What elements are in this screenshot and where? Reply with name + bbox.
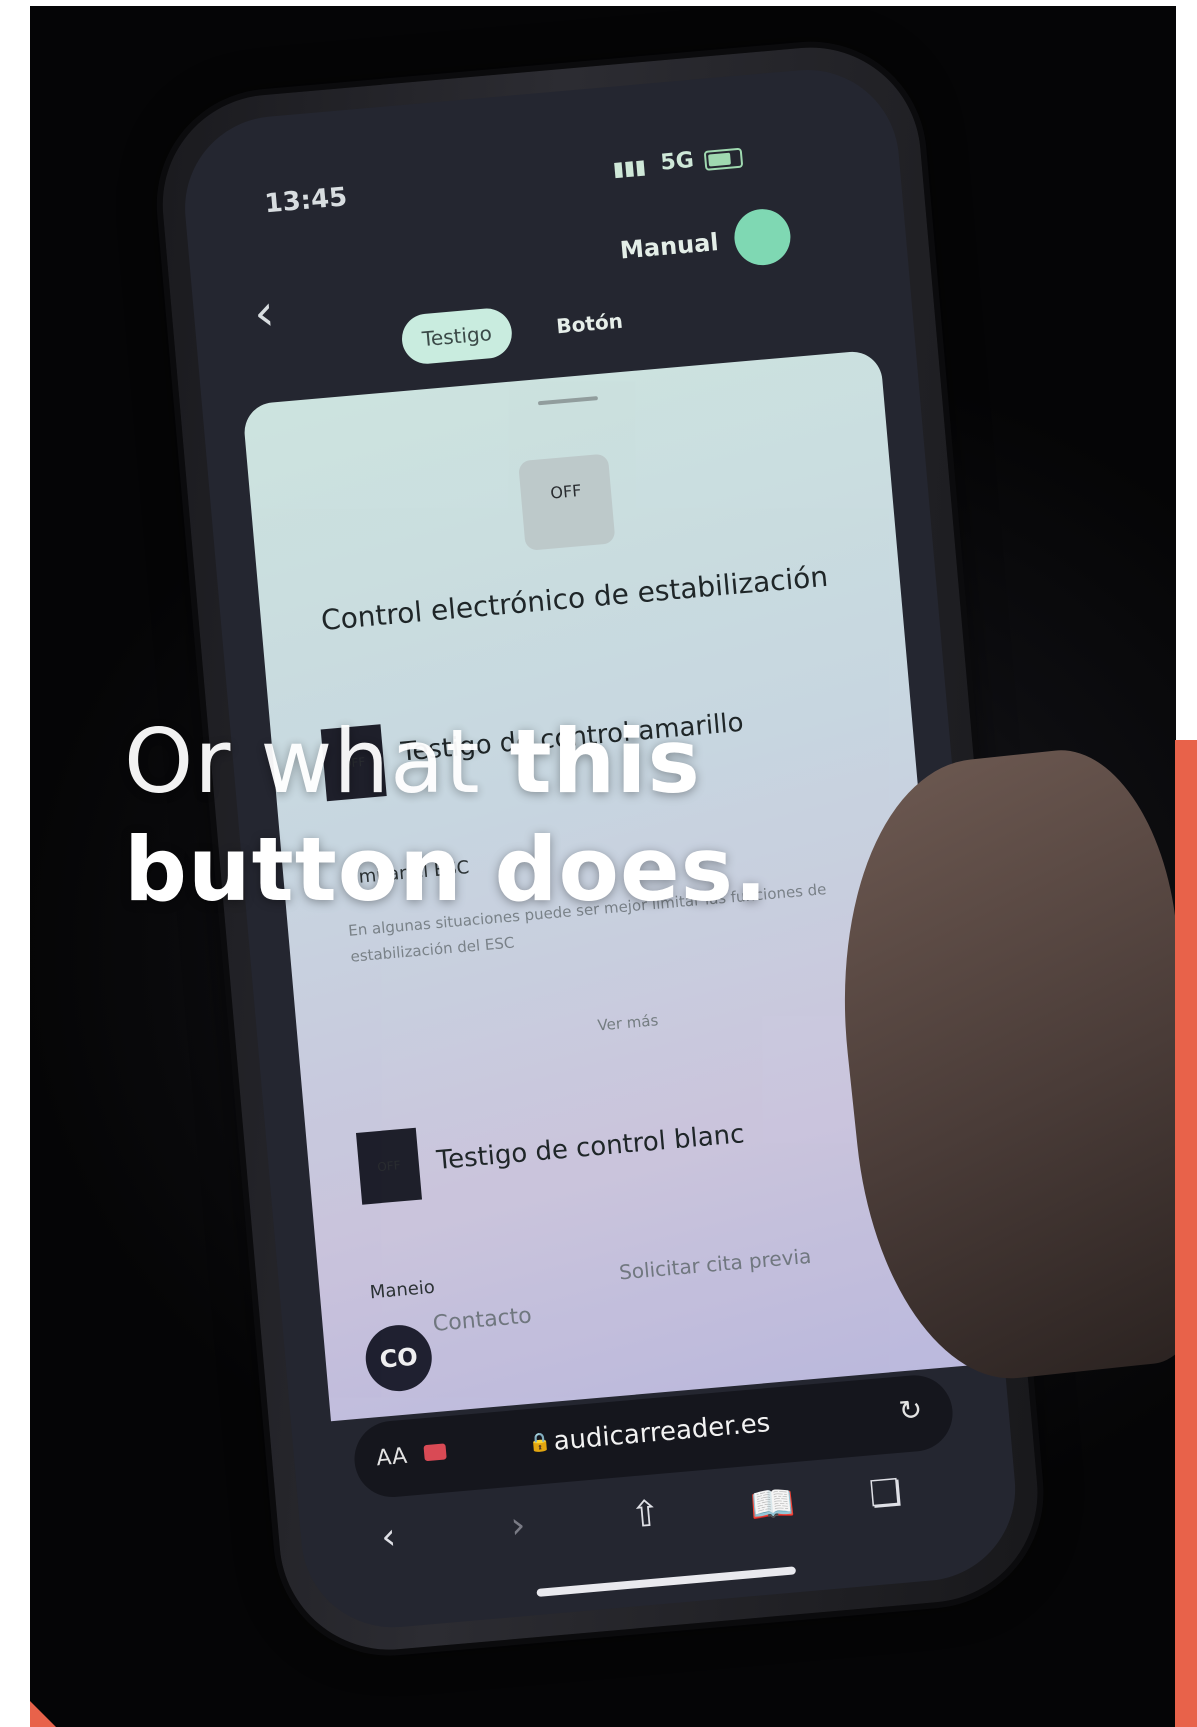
- tabs-icon[interactable]: ❏: [868, 1472, 904, 1516]
- url-text[interactable]: audicarreader.es: [552, 1408, 771, 1457]
- sheet-title: Control electrónico de estabilización: [319, 559, 830, 637]
- more-link[interactable]: Ver más: [597, 1011, 659, 1034]
- appointment-link[interactable]: Solicitar cita previa: [618, 1244, 812, 1285]
- headline-bold-2: button does.: [124, 818, 769, 921]
- headline-light: Or what: [124, 710, 510, 813]
- network-label: 5G: [659, 147, 695, 176]
- signal-bars-icon: ▮▮▮: [611, 154, 647, 181]
- battery-icon: [703, 147, 744, 171]
- accent-corner: [30, 1701, 56, 1727]
- esc-off-icon: OFF: [355, 1127, 423, 1205]
- reload-icon[interactable]: ↻: [897, 1393, 923, 1428]
- overlay-headline: Or what this button does.: [124, 708, 768, 924]
- status-time: 13:45: [263, 182, 349, 220]
- esc-card: OFF: [518, 453, 616, 551]
- tab-testigo[interactable]: Testigo: [399, 306, 514, 366]
- camera-icon[interactable]: [423, 1443, 447, 1462]
- headline-bold-1: this: [509, 710, 701, 813]
- manual-avatar[interactable]: [732, 206, 793, 268]
- esc-off-icon: OFF: [549, 480, 583, 503]
- section-label: Maneio: [369, 1276, 436, 1304]
- lock-icon: 🔒: [527, 1431, 552, 1455]
- share-icon[interactable]: ⇧: [629, 1493, 663, 1536]
- back-icon[interactable]: ‹: [380, 1516, 398, 1558]
- tab-boton[interactable]: Botón: [555, 309, 623, 339]
- aa-button[interactable]: AA: [375, 1444, 408, 1472]
- sheet-handle[interactable]: [537, 396, 599, 406]
- chevron-left-icon[interactable]: ‹: [252, 283, 277, 343]
- row-white-light[interactable]: Testigo de control blanc: [435, 1119, 745, 1176]
- esc-icon-label: OFF: [376, 1158, 402, 1175]
- contact-link[interactable]: Contacto: [432, 1303, 533, 1337]
- bookmarks-icon[interactable]: 📖: [748, 1481, 796, 1527]
- manual-label[interactable]: Manual: [619, 228, 720, 264]
- accent-strip: [1175, 740, 1197, 1727]
- forward-icon[interactable]: ›: [509, 1505, 527, 1547]
- co-logo-button[interactable]: CO: [363, 1322, 435, 1394]
